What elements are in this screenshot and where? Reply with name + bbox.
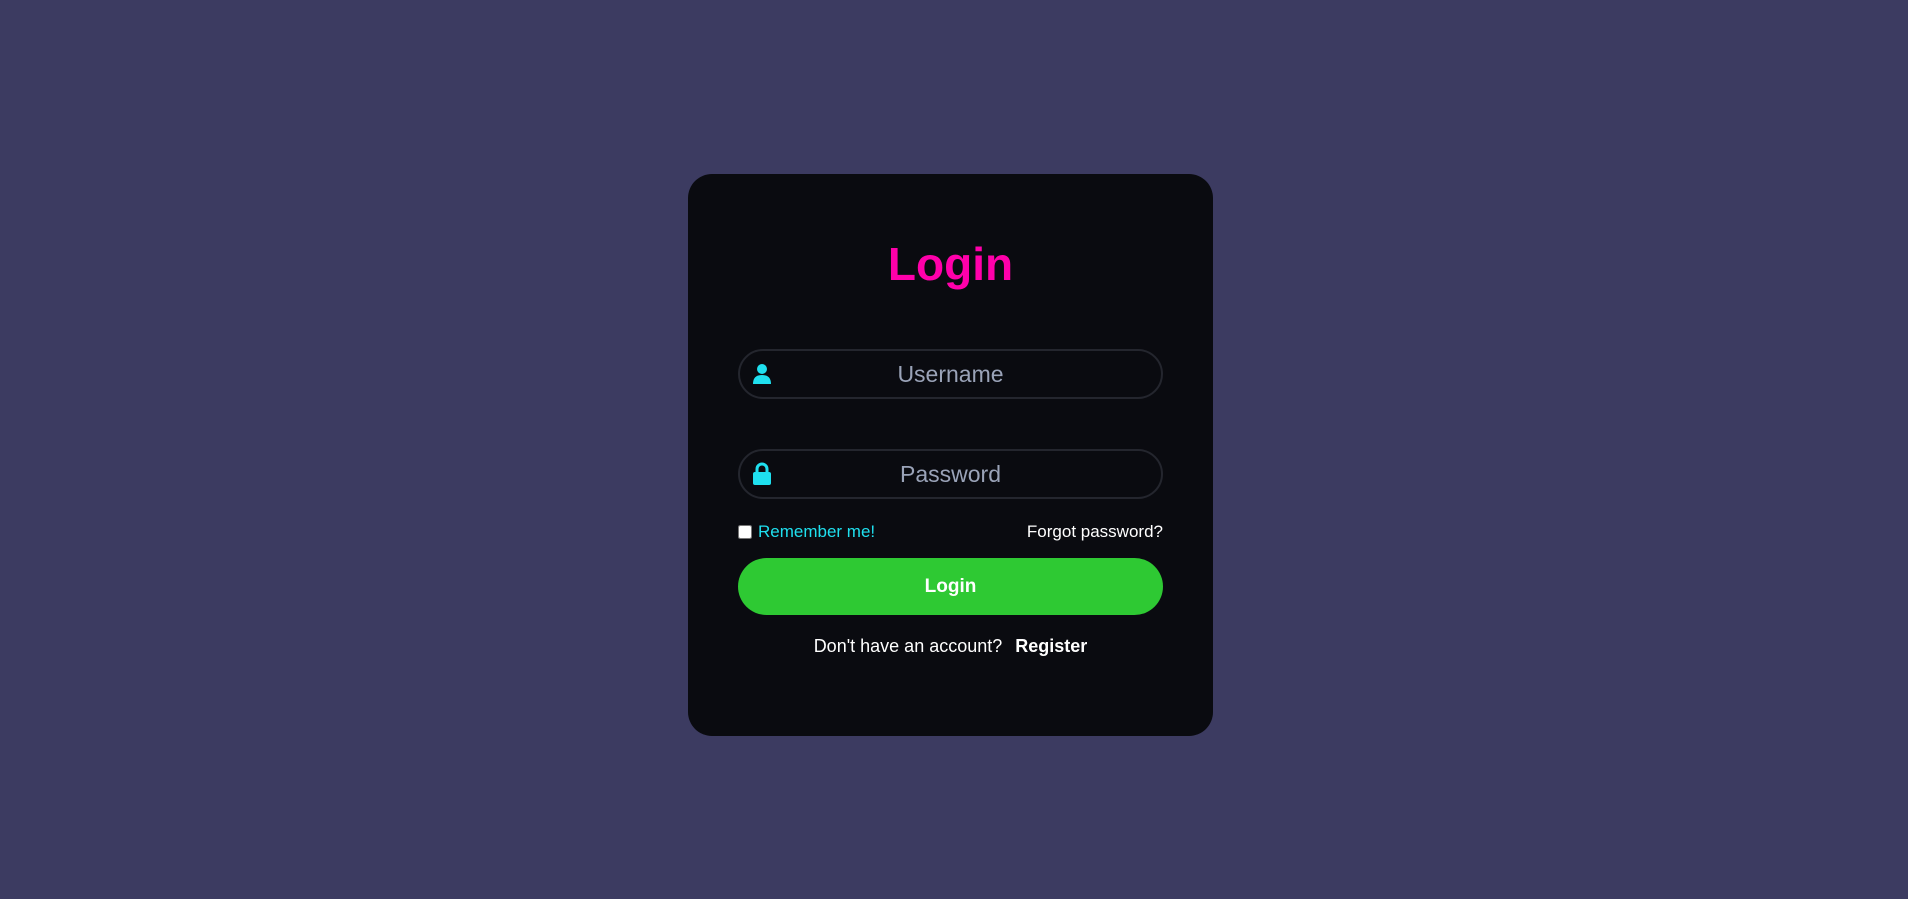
forgot-password-link[interactable]: Forgot password?: [1027, 522, 1163, 542]
page-title: Login: [887, 238, 1014, 290]
register-prompt: Don't have an account?: [813, 636, 1003, 656]
username-field-wrapper: [738, 349, 1163, 399]
login-options: Remember me! Forgot password?: [738, 522, 1163, 544]
password-input[interactable]: [740, 451, 1161, 497]
register-link[interactable]: Register: [1015, 636, 1087, 656]
remember-me-label: Remember me!: [758, 522, 876, 541]
login-card: Login Remember me! Forgot password? Logi…: [688, 174, 1213, 736]
username-input[interactable]: [740, 351, 1161, 397]
remember-me[interactable]: Remember me!: [738, 522, 875, 542]
password-field-wrapper: [738, 449, 1163, 499]
user-icon: [752, 362, 772, 386]
lock-icon: [752, 462, 772, 486]
remember-me-checkbox[interactable]: [738, 525, 752, 539]
login-button[interactable]: Login: [738, 558, 1163, 615]
register-row: Don't have an account? Register: [688, 636, 1213, 657]
